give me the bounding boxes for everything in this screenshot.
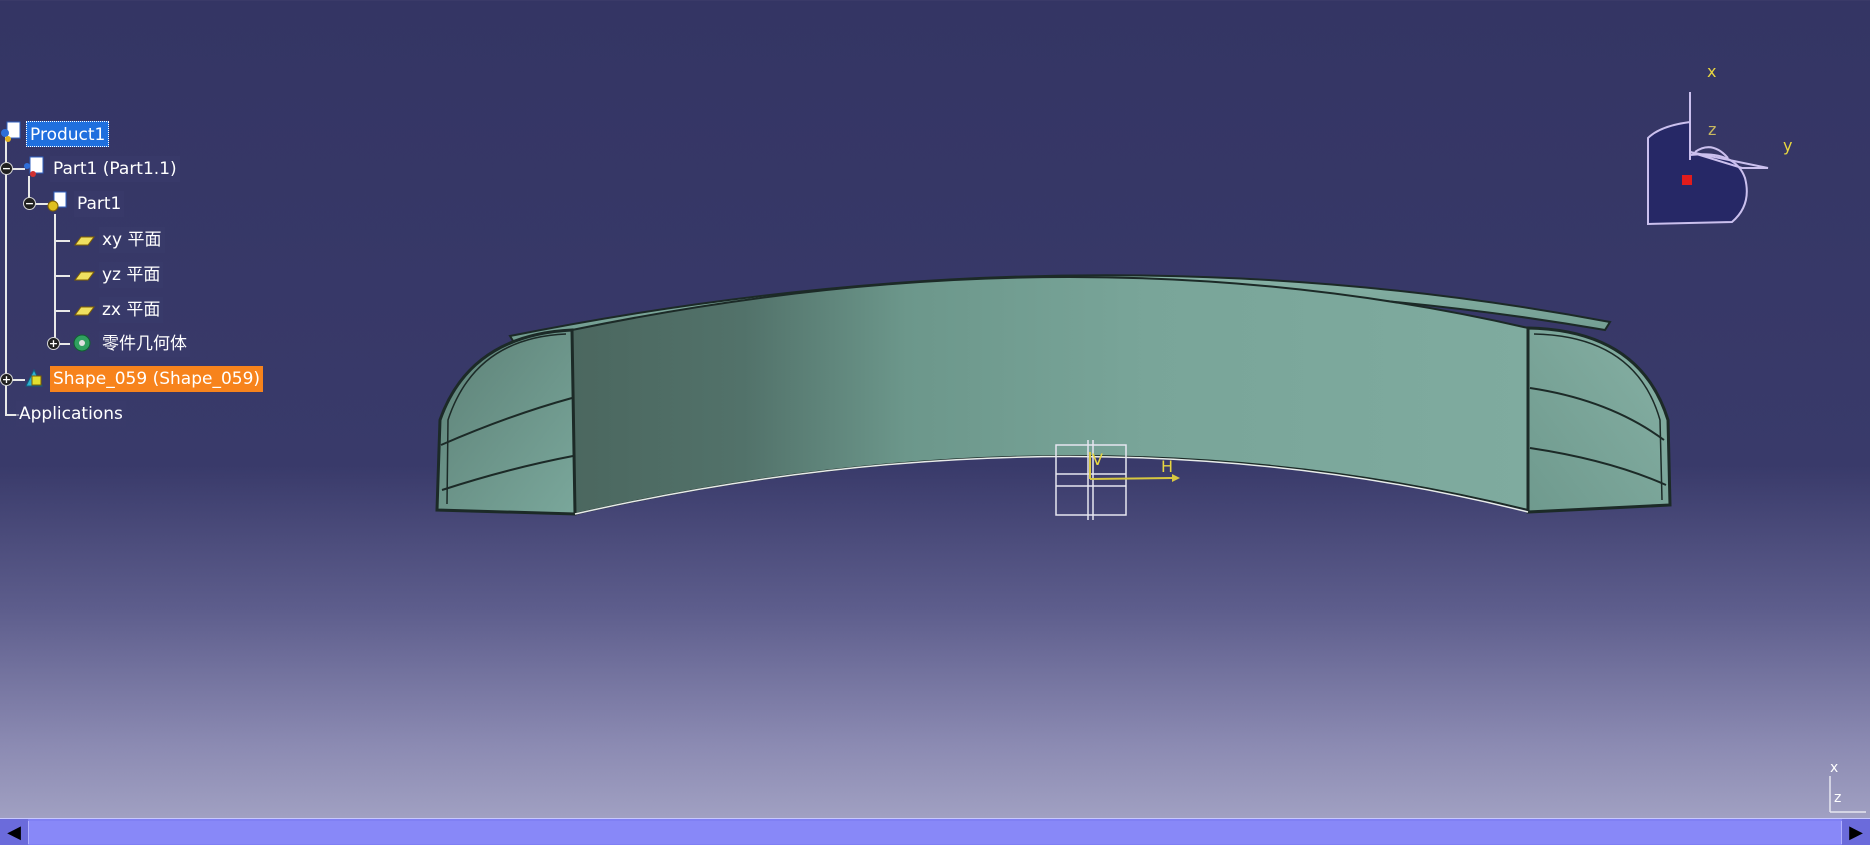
ring-right-section bbox=[1526, 326, 1672, 514]
tree-node-zx-plane[interactable]: zx 平面 bbox=[99, 297, 164, 323]
compass-widget[interactable] bbox=[1647, 92, 1769, 226]
ring-inner-wall bbox=[570, 276, 1529, 516]
scroll-right-button[interactable]: ▶ bbox=[1842, 819, 1870, 845]
collapse-icon[interactable]: − bbox=[23, 197, 36, 210]
compass-y-label: y bbox=[1783, 136, 1793, 155]
scroll-left-button[interactable]: ◀ bbox=[0, 819, 28, 845]
tree-node-yz-plane[interactable]: yz 平面 bbox=[99, 262, 164, 288]
tree-line bbox=[54, 310, 70, 312]
ring-left-section bbox=[435, 328, 577, 516]
tree-node-part-body[interactable]: 零件几何体 bbox=[99, 331, 190, 357]
sketch-axis-h-label: H bbox=[1161, 457, 1173, 476]
tree-node-part1[interactable]: Part1 bbox=[74, 191, 125, 217]
shape-icon[interactable] bbox=[23, 367, 45, 389]
plane-icon[interactable] bbox=[73, 229, 95, 251]
specification-tree[interactable]: Product1 − Part1 (Part1.1) − Part1 xy 平面… bbox=[0, 0, 300, 440]
compass-x-label: x bbox=[1707, 62, 1717, 81]
ring-model[interactable] bbox=[435, 274, 1672, 516]
part-body-icon[interactable] bbox=[71, 332, 93, 354]
tree-line bbox=[54, 275, 70, 277]
expand-icon[interactable]: + bbox=[0, 373, 13, 386]
tree-node-product1[interactable]: Product1 bbox=[26, 121, 110, 147]
part-instance-icon[interactable] bbox=[23, 156, 45, 178]
mini-axis-x-label: x bbox=[1830, 760, 1839, 776]
plane-icon[interactable] bbox=[73, 264, 95, 286]
mini-axis-z-label: z bbox=[1834, 790, 1842, 806]
tree-line bbox=[54, 240, 70, 242]
tree-node-applications[interactable]: Applications bbox=[16, 401, 126, 427]
part-icon[interactable] bbox=[46, 191, 68, 213]
tree-node-shape-059[interactable]: Shape_059 (Shape_059) bbox=[50, 366, 264, 392]
collapse-icon[interactable]: − bbox=[0, 162, 13, 175]
tree-line bbox=[54, 214, 56, 344]
product-icon[interactable] bbox=[0, 121, 22, 143]
compass-z-label: z bbox=[1708, 120, 1717, 139]
expand-icon[interactable]: + bbox=[47, 337, 60, 350]
sketch-axis-v-label: V bbox=[1092, 450, 1103, 469]
scrollbar-thumb[interactable] bbox=[28, 821, 1842, 844]
horizontal-scrollbar[interactable]: ◀ ▶ bbox=[0, 818, 1870, 845]
tree-node-xy-plane[interactable]: xy 平面 bbox=[99, 227, 165, 253]
plane-icon[interactable] bbox=[73, 299, 95, 321]
tree-node-part-instance[interactable]: Part1 (Part1.1) bbox=[50, 156, 180, 182]
